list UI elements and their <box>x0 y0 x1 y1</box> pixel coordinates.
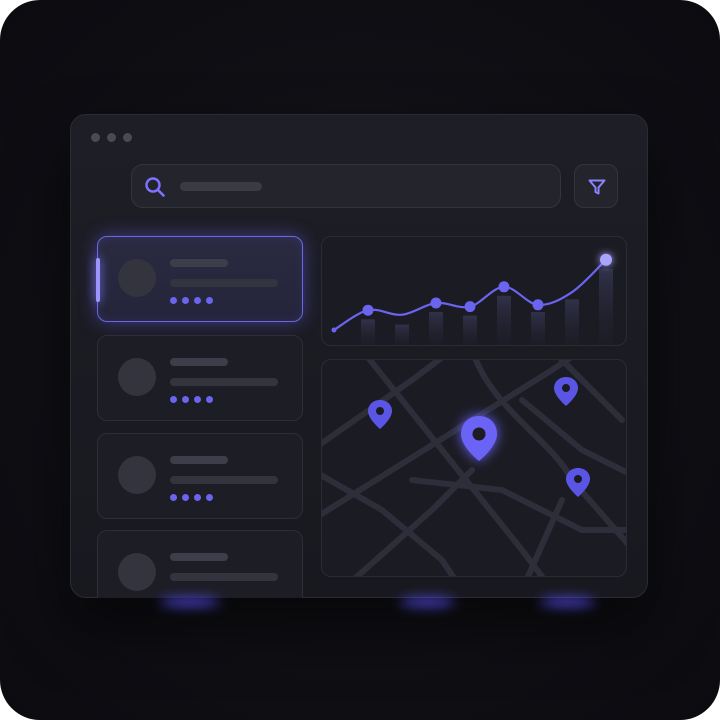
rating-dots <box>170 297 213 304</box>
item-subtitle-bar <box>170 378 278 386</box>
chart-point-highlight[interactable] <box>600 253 612 266</box>
chart-bar <box>497 295 511 345</box>
rating-dots <box>170 494 213 501</box>
rating-dot <box>170 396 177 403</box>
ambient-glow <box>400 598 455 606</box>
chart-bar <box>395 324 409 345</box>
rating-dot <box>194 297 201 304</box>
rating-dot <box>182 494 189 501</box>
item-title-bar <box>170 259 228 267</box>
map-pin-icon[interactable] <box>554 377 578 406</box>
list-item[interactable] <box>97 530 303 598</box>
avatar <box>118 456 156 494</box>
chart-point[interactable] <box>498 281 510 293</box>
rating-dot <box>182 396 189 403</box>
avatar <box>118 358 156 396</box>
avatar <box>118 553 156 591</box>
search-bar[interactable] <box>131 164 561 208</box>
rating-dot <box>206 396 213 403</box>
app-window <box>70 114 648 598</box>
avatar <box>118 259 156 297</box>
search-placeholder-bar <box>180 182 262 191</box>
chart-point[interactable] <box>532 299 544 311</box>
chart-point[interactable] <box>362 304 374 316</box>
chart-bar <box>361 319 375 345</box>
rating-dot <box>206 494 213 501</box>
item-subtitle-bar <box>170 573 278 581</box>
map-view <box>322 360 626 576</box>
chart-bar <box>429 312 443 345</box>
window-minimize-dot[interactable] <box>107 133 116 142</box>
rating-dot <box>206 297 213 304</box>
list-item[interactable] <box>97 236 303 322</box>
rating-dot <box>182 297 189 304</box>
search-icon <box>145 177 165 197</box>
selection-indicator <box>96 258 100 302</box>
list-item[interactable] <box>97 433 303 519</box>
rating-dot <box>170 494 177 501</box>
window-maximize-dot[interactable] <box>123 133 132 142</box>
chart-point <box>331 327 337 333</box>
item-title-bar <box>170 553 228 561</box>
rating-dot <box>170 297 177 304</box>
map-pin-icon[interactable] <box>368 400 392 429</box>
chart-bar <box>599 268 613 345</box>
map-panel <box>321 359 627 577</box>
rating-dots <box>170 396 213 403</box>
list-item[interactable] <box>97 335 303 421</box>
filter-button[interactable] <box>574 164 618 208</box>
rating-dot <box>194 494 201 501</box>
window-controls <box>91 133 132 142</box>
item-subtitle-bar <box>170 476 278 484</box>
item-subtitle-bar <box>170 279 278 287</box>
ambient-glow <box>540 598 595 606</box>
trend-chart-panel <box>321 236 627 346</box>
trend-chart <box>331 253 613 345</box>
app-card <box>0 0 720 720</box>
item-title-bar <box>170 358 228 366</box>
item-title-bar <box>170 456 228 464</box>
filter-icon <box>588 179 606 195</box>
chart-bar <box>531 312 545 345</box>
chart-point[interactable] <box>430 297 442 309</box>
chart-bar <box>463 315 477 345</box>
window-close-dot[interactable] <box>91 133 100 142</box>
map-pin-icon[interactable] <box>461 416 497 461</box>
chart-bar <box>565 299 579 345</box>
chart-point[interactable] <box>464 301 476 313</box>
rating-dot <box>194 396 201 403</box>
ambient-glow <box>160 598 220 606</box>
